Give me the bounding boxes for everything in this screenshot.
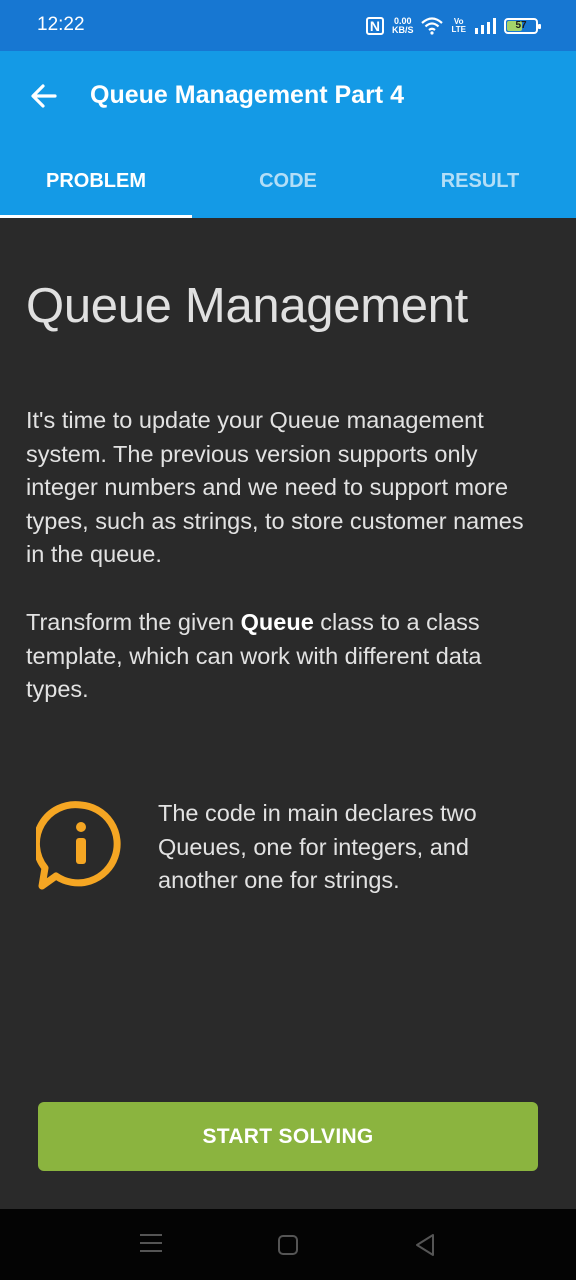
status-time: 12:22 xyxy=(37,14,85,35)
problem-heading: Queue Management xyxy=(26,279,468,333)
volte-bottom: LTE xyxy=(451,25,466,34)
task-class-name: Queue xyxy=(240,609,314,635)
info-note: The code in main declares two Queues, on… xyxy=(158,800,477,893)
battery-icon: 57 xyxy=(504,18,541,34)
menu-icon[interactable] xyxy=(140,1234,162,1254)
back-triangle-icon[interactable] xyxy=(414,1233,436,1257)
page-title: Queue Management Part 4 xyxy=(90,81,404,109)
wifi-icon xyxy=(421,17,444,35)
status-bar: 12:22 N 0.00 KB/S Vo LTE 57 xyxy=(0,0,576,51)
tab-code[interactable]: CODE xyxy=(192,146,384,218)
tab-bar: PROBLEM CODE RESULT xyxy=(0,146,576,218)
system-navigation-bar xyxy=(0,1209,576,1280)
app-bar: Queue Management Part 4 PROBLEM CODE RES… xyxy=(0,51,576,218)
tab-result[interactable]: RESULT xyxy=(384,146,576,218)
signal-icon xyxy=(475,18,496,34)
tab-problem[interactable]: PROBLEM xyxy=(0,146,192,218)
arrow-left-icon[interactable] xyxy=(28,79,62,113)
problem-description: It's time to update your Queue managemen… xyxy=(26,407,524,567)
info-speech-bubble-icon xyxy=(36,801,121,890)
network-speed: 0.00 KB/S xyxy=(392,17,414,35)
battery-level: 57 xyxy=(515,20,527,31)
task-text-start: Transform the given xyxy=(26,609,241,635)
home-icon[interactable] xyxy=(278,1235,298,1255)
nfc-icon: N xyxy=(365,17,384,35)
status-icons: N 0.00 KB/S Vo LTE 57 xyxy=(365,14,541,38)
network-speed-unit: KB/S xyxy=(391,25,414,35)
problem-task: Transform the given Queue class to a cla… xyxy=(26,606,546,707)
start-solving-button[interactable]: START SOLVING xyxy=(38,1102,538,1171)
volte-icon: Vo LTE xyxy=(451,18,466,34)
